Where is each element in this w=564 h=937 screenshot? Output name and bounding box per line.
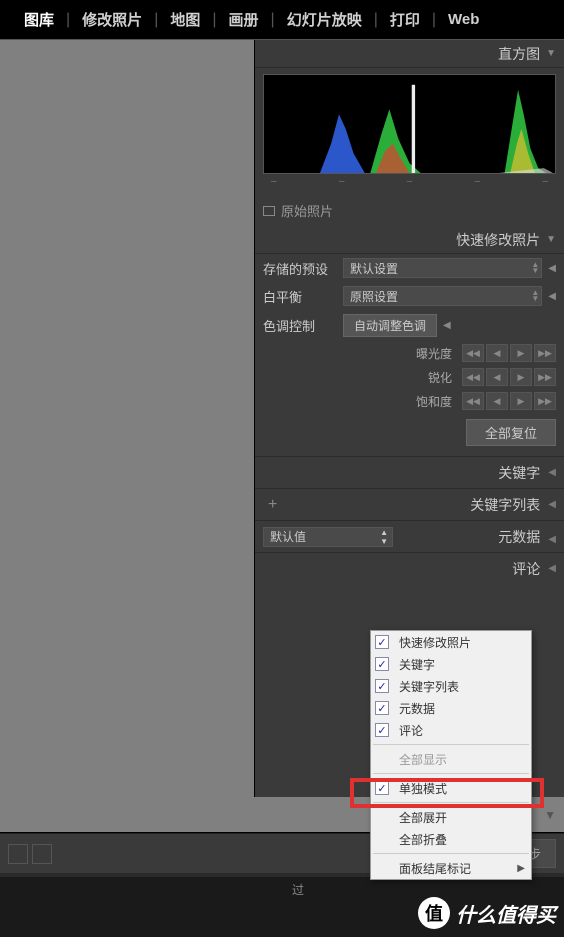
check-icon: ✓: [375, 781, 389, 795]
ctx-collapse-all[interactable]: 全部折叠: [371, 828, 531, 850]
sharpen-inc-large[interactable]: ▶▶: [534, 368, 556, 386]
nav-slideshow[interactable]: 幻灯片放映: [275, 9, 374, 30]
ctx-expand-all[interactable]: 全部展开: [371, 806, 531, 828]
exposure-dec[interactable]: ◀: [486, 344, 508, 362]
histogram-chart[interactable]: [263, 74, 556, 174]
watermark-text: 什么值得买: [456, 899, 556, 928]
watermark-logo-icon: 值: [418, 897, 450, 929]
submenu-arrow-icon: ▶: [517, 863, 525, 874]
collapse-icon[interactable]: ◀: [548, 263, 556, 274]
ctx-end-marker[interactable]: 面板结尾标记▶: [371, 857, 531, 879]
check-icon: ✓: [375, 701, 389, 715]
nav-print[interactable]: 打印: [378, 9, 432, 30]
filter-label: 过: [292, 881, 304, 898]
saturation-dec-large[interactable]: ◀◀: [462, 392, 484, 410]
ctx-keyword-list[interactable]: ✓关键字列表: [371, 675, 531, 697]
collapse-icon[interactable]: ◀: [548, 291, 556, 302]
tone-label: 色调控制: [263, 316, 343, 335]
keywords-title: 关键字: [498, 463, 540, 483]
exposure-label: 曝光度: [416, 345, 452, 362]
comments-title: 评论: [512, 559, 540, 579]
sharpen-dec-large[interactable]: ◀◀: [462, 368, 484, 386]
ctx-comments[interactable]: ✓评论: [371, 719, 531, 741]
metadata-title: 元数据: [498, 529, 540, 545]
quick-develop-title: 快速修改照片: [456, 230, 540, 250]
original-photo-row[interactable]: 原始照片: [255, 195, 564, 226]
wb-select[interactable]: 原照设置▲▼: [343, 286, 542, 306]
original-photo-label: 原始照片: [281, 201, 333, 220]
preset-label: 存储的预设: [263, 259, 343, 278]
saturation-label: 饱和度: [416, 393, 452, 410]
sharpen-dec[interactable]: ◀: [486, 368, 508, 386]
sharpen-inc[interactable]: ▶: [510, 368, 532, 386]
comments-header[interactable]: 评论 ◀: [255, 552, 564, 584]
check-icon: ✓: [375, 657, 389, 671]
ctx-keywords[interactable]: ✓关键字: [371, 653, 531, 675]
panel-context-menu: ✓快速修改照片 ✓关键字 ✓关键字列表 ✓元数据 ✓评论 全部显示 ✓单独模式 …: [370, 630, 532, 880]
check-icon: ✓: [375, 723, 389, 737]
exposure-dec-large[interactable]: ◀◀: [462, 344, 484, 362]
saturation-inc-large[interactable]: ▶▶: [534, 392, 556, 410]
nav-develop[interactable]: 修改照片: [70, 9, 154, 30]
compare-icon[interactable]: [32, 844, 52, 864]
original-photo-icon: [263, 206, 275, 216]
nav-library[interactable]: 图库: [12, 9, 66, 30]
top-nav: 图库| 修改照片| 地图| 画册| 幻灯片放映| 打印| Web: [0, 0, 564, 40]
chevron-down-icon: ▼: [544, 808, 556, 822]
histogram-header[interactable]: 直方图 ▼: [255, 40, 564, 68]
metadata-select[interactable]: 默认值▲▼: [263, 527, 393, 547]
ctx-show-all: 全部显示: [371, 748, 531, 770]
nav-web[interactable]: Web: [436, 11, 491, 28]
plus-icon[interactable]: +: [268, 496, 277, 514]
collapse-icon[interactable]: ◀: [443, 320, 451, 331]
keyword-list-header[interactable]: + 关键字列表 ◀: [255, 488, 564, 520]
chevron-left-icon: ◀: [548, 499, 556, 510]
chevron-left-icon: ◀: [548, 563, 556, 574]
quick-develop-header[interactable]: 快速修改照片 ▼: [255, 226, 564, 254]
saturation-dec[interactable]: ◀: [486, 392, 508, 410]
histogram-title: 直方图: [498, 44, 540, 64]
watermark: 值 什么值得买: [418, 897, 556, 929]
ctx-quick-develop[interactable]: ✓快速修改照片: [371, 631, 531, 653]
saturation-inc[interactable]: ▶: [510, 392, 532, 410]
exposure-inc[interactable]: ▶: [510, 344, 532, 362]
keyword-list-title: 关键字列表: [470, 495, 540, 515]
ctx-solo-mode[interactable]: ✓单独模式: [371, 777, 531, 799]
chevron-down-icon: ▼: [546, 48, 556, 59]
histogram-marks: –––––: [263, 174, 556, 189]
grid-icon[interactable]: [8, 844, 28, 864]
sharpen-label: 锐化: [428, 369, 452, 386]
exposure-inc-large[interactable]: ▶▶: [534, 344, 556, 362]
nav-book[interactable]: 画册: [217, 9, 271, 30]
chevron-left-icon: ◀: [548, 534, 556, 545]
metadata-header[interactable]: 默认值▲▼ 元数据 ◀: [255, 520, 564, 552]
ctx-metadata[interactable]: ✓元数据: [371, 697, 531, 719]
chevron-down-icon: ▼: [546, 234, 556, 245]
preset-select[interactable]: 默认设置▲▼: [343, 258, 542, 278]
check-icon: ✓: [375, 679, 389, 693]
canvas-area[interactable]: [0, 40, 255, 800]
wb-label: 白平衡: [263, 287, 343, 306]
keywords-header[interactable]: 关键字 ◀: [255, 456, 564, 488]
auto-tone-button[interactable]: 自动调整色调: [343, 314, 437, 337]
check-icon: ✓: [375, 635, 389, 649]
reset-all-button[interactable]: 全部复位: [466, 419, 556, 446]
nav-map[interactable]: 地图: [158, 9, 212, 30]
chevron-left-icon: ◀: [548, 467, 556, 478]
